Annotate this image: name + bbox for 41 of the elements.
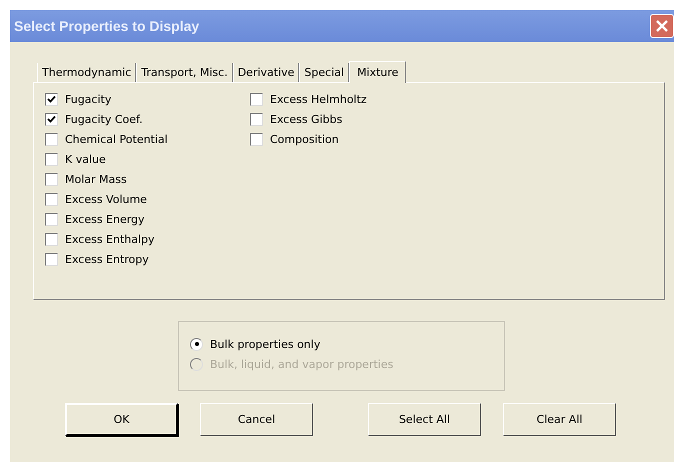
dialog-button[interactable]: Select All bbox=[368, 403, 481, 436]
checkbox-label: Excess Energy bbox=[65, 212, 145, 226]
check-icon bbox=[47, 114, 56, 124]
radio-button[interactable] bbox=[190, 338, 203, 350]
checkbox[interactable] bbox=[45, 252, 58, 266]
checkbox-label: Excess Helmholtz bbox=[270, 92, 367, 106]
window-title: Select Properties to Display bbox=[14, 18, 200, 34]
check-icon bbox=[47, 94, 56, 104]
checkbox[interactable] bbox=[250, 92, 263, 106]
checkbox[interactable] bbox=[250, 132, 263, 146]
checkbox-label: Excess Enthalpy bbox=[65, 232, 155, 246]
checkbox[interactable] bbox=[45, 172, 58, 186]
checkbox[interactable] bbox=[45, 152, 58, 166]
checkbox-label: Excess Volume bbox=[65, 192, 147, 206]
tab[interactable]: Derivative bbox=[232, 63, 300, 82]
radio-label: Bulk, liquid, and vapor properties bbox=[210, 358, 394, 370]
checkbox[interactable] bbox=[250, 112, 263, 126]
dialog-button[interactable]: Cancel bbox=[200, 403, 313, 436]
close-button[interactable] bbox=[650, 14, 674, 38]
checkbox-label: Composition bbox=[270, 132, 339, 146]
checkbox-label: Excess Entropy bbox=[65, 252, 149, 266]
checkbox[interactable] bbox=[45, 212, 58, 226]
dialog-button[interactable]: OK bbox=[65, 403, 178, 436]
checkbox-label: Fugacity Coef. bbox=[65, 112, 143, 126]
tab[interactable]: Mixture bbox=[349, 61, 406, 83]
close-icon bbox=[655, 19, 669, 33]
tab[interactable]: Transport, Misc. bbox=[136, 63, 233, 82]
checkbox[interactable] bbox=[45, 92, 58, 106]
dialog-button[interactable]: Clear All bbox=[503, 403, 616, 436]
checkbox-label: Chemical Potential bbox=[65, 132, 168, 146]
tab[interactable]: Thermodynamic bbox=[37, 63, 136, 82]
radio-label: Bulk properties only bbox=[210, 338, 320, 350]
checkbox[interactable] bbox=[45, 132, 58, 146]
checkbox-label: Excess Gibbs bbox=[270, 112, 342, 126]
checkbox[interactable] bbox=[45, 112, 58, 126]
tab[interactable]: Special bbox=[299, 63, 350, 82]
checkbox[interactable] bbox=[45, 192, 58, 206]
checkbox-label: Molar Mass bbox=[65, 172, 127, 186]
checkbox[interactable] bbox=[45, 232, 58, 246]
checkbox-label: K value bbox=[65, 152, 106, 166]
checkbox-label: Fugacity bbox=[65, 92, 112, 106]
